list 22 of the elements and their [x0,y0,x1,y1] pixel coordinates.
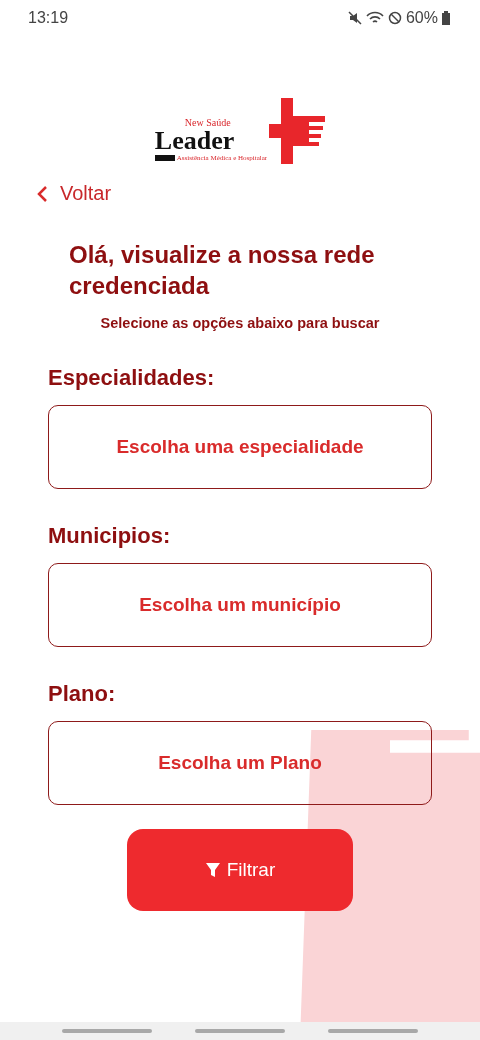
filter-icon [204,862,221,878]
logo-badge-icon [154,155,175,161]
cross-icon [269,98,326,164]
select-field[interactable]: Escolha um município [48,563,432,647]
battery-percent: 60% [405,9,438,27]
logo-name: Leader [154,128,235,154]
battery-icon [442,11,450,25]
block-icon [387,11,402,25]
field-label: Municipios: [48,523,172,549]
mute-icon [347,11,362,25]
wifi-icon [365,11,384,25]
back-link[interactable]: Voltar [36,182,112,205]
page-subtitle: Selecione as opções abaixo para buscar [99,315,381,331]
field-label: Especialidades: [48,365,216,391]
logo-tagline: New Saúde [184,118,231,128]
page-title: Olá, visualize a nossa rede credenciada [69,240,376,301]
field-label: Plano: [48,681,117,707]
select-field[interactable]: Escolha um Plano [48,721,432,805]
chevron-left-icon [36,184,48,203]
clock: 13:19 [28,9,69,27]
filter-button[interactable]: Filtrar [127,829,353,911]
select-field[interactable]: Escolha uma especialidade [48,405,432,489]
